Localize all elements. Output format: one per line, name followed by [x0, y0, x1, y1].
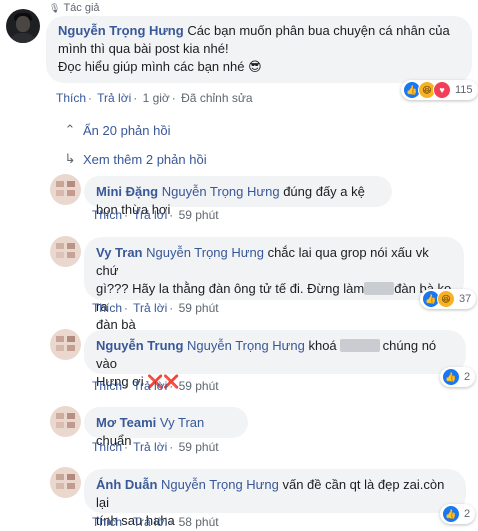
- post-comment-bubble: Nguyễn Trọng Hưng Các bạn muốn phân bua …: [46, 16, 472, 83]
- chevron-up-icon: ⌃: [64, 122, 76, 137]
- reply-action[interactable]: Trả lời: [133, 301, 167, 315]
- like-action[interactable]: Thích: [92, 301, 122, 315]
- reply-author[interactable]: Ánh Duẫn: [96, 477, 157, 492]
- reply-avatar[interactable]: [50, 174, 81, 205]
- comment-author[interactable]: Nguyễn Trọng Hưng: [58, 23, 184, 38]
- author-badge: 🎙 Tác giả: [49, 2, 100, 14]
- like-action[interactable]: Thích: [92, 515, 122, 529]
- mention-tag[interactable]: Nguyễn Trọng Hưng: [187, 338, 305, 353]
- reply-arrow-icon: ↳: [64, 151, 76, 166]
- mention-tag[interactable]: Nguyễn Trọng Hưng: [146, 245, 264, 260]
- reply-reactions[interactable]: 👍 2: [440, 367, 476, 387]
- reply-author[interactable]: Vy Tran: [96, 245, 142, 260]
- reply-bubble: Mơ Teami Vy Tran chuẩn: [84, 407, 248, 448]
- mention-tag[interactable]: Nguyễn Trọng Hưng: [162, 184, 280, 199]
- like-action[interactable]: Thích: [92, 208, 122, 222]
- reply-reactions[interactable]: 👍 😆 37: [420, 289, 477, 309]
- reply-avatar[interactable]: [50, 236, 81, 267]
- hide-replies-link[interactable]: ⌃ Ẩn 20 phản hồi: [64, 122, 171, 138]
- censored-text: [364, 282, 395, 295]
- like-action[interactable]: Thích: [92, 379, 122, 393]
- mention-tag[interactable]: Nguyễn Trọng Hưng: [161, 477, 279, 492]
- like-reaction-icon: 👍: [442, 505, 460, 523]
- reply-reactions[interactable]: 👍 2: [440, 504, 476, 524]
- reply-action[interactable]: Trả lời: [133, 379, 167, 393]
- reply-actions: Thích · Trả lời · 59 phút: [92, 301, 219, 315]
- reply-actions: Thích · Trả lời · 59 phút: [92, 208, 219, 222]
- post-actions: Thích · Trả lời · 1 giờ · Đã chỉnh sửa: [56, 91, 253, 105]
- reply-bubble: Vy Tran Nguyễn Trọng Hưng chắc lai qua g…: [84, 237, 464, 332]
- reply-bubble: Nguyễn Trung Nguyễn Trọng Hưng khoá chúng…: [84, 330, 466, 389]
- love-reaction-icon: ♥: [433, 81, 451, 99]
- censored-text: [339, 339, 380, 352]
- reply-avatar[interactable]: [50, 406, 81, 437]
- author-avatar[interactable]: [6, 9, 40, 43]
- reply-action[interactable]: Trả lời: [133, 208, 167, 222]
- reply-action[interactable]: Trả lời: [97, 91, 131, 105]
- reply-author[interactable]: Nguyễn Trung: [96, 338, 183, 353]
- reply-actions: Thích · Trả lời · 58 phút: [92, 515, 219, 529]
- reply-action[interactable]: Trả lời: [133, 440, 167, 454]
- reply-bubble: Mini Đặng Nguyễn Trọng Hưng đúng đấy a k…: [84, 176, 392, 217]
- post-reactions[interactable]: 👍 😆 ♥ 115: [401, 80, 478, 100]
- reply-author[interactable]: Mini Đặng: [96, 184, 158, 199]
- reply-author[interactable]: Mơ Teami: [96, 415, 156, 430]
- mention-tag[interactable]: Vy Tran: [160, 415, 204, 430]
- like-action[interactable]: Thích: [92, 440, 122, 454]
- reply-avatar[interactable]: [50, 329, 81, 360]
- microphone-icon: 🎙: [49, 2, 61, 13]
- reply-action[interactable]: Trả lời: [133, 515, 167, 529]
- like-reaction-icon: 👍: [442, 368, 460, 386]
- reply-avatar[interactable]: [50, 467, 81, 498]
- like-action[interactable]: Thích: [56, 91, 86, 105]
- reply-actions: Thích · Trả lời · 59 phút: [92, 379, 219, 393]
- reply-actions: Thích · Trả lời · 59 phút: [92, 440, 219, 454]
- haha-reaction-icon: 😆: [437, 290, 455, 308]
- reply-bubble: Ánh Duẫn Nguyễn Trọng Hưng vấn đề cần qt…: [84, 469, 466, 528]
- more-replies-link[interactable]: ↳ Xem thêm 2 phản hồi: [64, 151, 207, 167]
